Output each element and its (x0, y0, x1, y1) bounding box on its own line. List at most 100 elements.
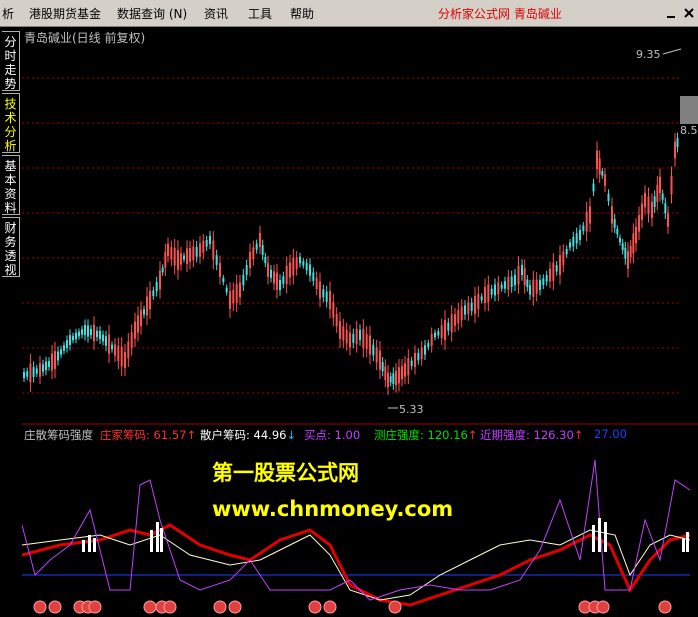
menu-item-tools[interactable]: 工具 (248, 5, 272, 22)
candle-body (647, 196, 650, 214)
candle-body (454, 314, 456, 326)
chip-bar (160, 528, 163, 552)
candle-body (656, 184, 659, 202)
candle-body (32, 367, 35, 377)
candle-body (379, 350, 381, 370)
candle-body (404, 363, 406, 377)
candle-body (114, 344, 116, 356)
candle-body (75, 332, 77, 340)
candle-body (613, 218, 616, 228)
chip-bar (93, 538, 96, 552)
menu-item-analysis[interactable]: 析 (2, 5, 14, 22)
candle-body (349, 332, 351, 348)
right-axis-label: 8.5 (680, 124, 698, 137)
candle-body (644, 192, 646, 208)
candle-body (389, 376, 392, 383)
menu-item-hk-futures-funds[interactable]: 港股期货基金 (29, 5, 101, 22)
kline-chart[interactable]: 9.35 5.33 (22, 27, 698, 617)
chip-bar (156, 522, 159, 552)
candle-body (474, 296, 476, 314)
candlestick-series (23, 132, 679, 395)
candle-body (180, 253, 182, 265)
candle-body (601, 171, 604, 176)
tab-financial[interactable]: 财务透视 (2, 217, 20, 277)
candle-body (517, 265, 520, 285)
chip-bar (604, 522, 607, 552)
candle-body (674, 141, 676, 159)
candle-body (641, 203, 643, 220)
candle-body (149, 290, 151, 310)
candle-body (232, 289, 235, 304)
up-arrow-icon: ↑ (573, 428, 584, 442)
candle-body (242, 274, 245, 286)
high-price-label: 9.35 (636, 48, 661, 61)
candle-body (523, 268, 526, 286)
candle-body (167, 243, 169, 257)
candle-body (215, 255, 218, 265)
candle-body (619, 237, 621, 243)
candle-body (120, 346, 123, 367)
candle-body (54, 351, 56, 369)
candle-body (467, 302, 470, 315)
close-icon[interactable] (682, 6, 696, 20)
menu-item-news[interactable]: 资讯 (204, 5, 228, 22)
candle-body (219, 262, 221, 278)
candle-body (420, 347, 423, 360)
candle-body (532, 279, 535, 297)
candle-body (497, 282, 500, 295)
indicator-value: 测庄强度: 120.16 (374, 428, 468, 442)
tab-technical-analysis[interactable]: 技术分析 (2, 93, 20, 153)
candle-body (659, 176, 661, 194)
candle-body (177, 250, 179, 270)
candle-body (161, 267, 164, 273)
indicator-name: 庄散筹码强度 (24, 428, 93, 442)
candle-body (427, 342, 430, 348)
candle-body (667, 213, 669, 227)
candle-body (72, 335, 74, 341)
indicator-item-buy-point: 买点: 1.00 (304, 427, 360, 443)
candle-body (312, 272, 315, 281)
candle-body (292, 257, 295, 276)
chip-bar (598, 518, 601, 552)
candle-body (134, 321, 136, 339)
menu-item-data-query[interactable]: 数据查询 (N) (117, 5, 187, 22)
candle-body (598, 158, 601, 175)
candle-body (309, 264, 311, 276)
candle-body (164, 252, 167, 268)
minimize-icon[interactable] (664, 6, 678, 20)
candle-body (395, 370, 397, 386)
candle-body (299, 256, 301, 264)
buy-point-marker (143, 600, 157, 614)
candle-body (398, 367, 400, 384)
candle-body (444, 320, 446, 340)
chip-bar (686, 532, 689, 552)
candle-body (60, 349, 62, 355)
candle-body (48, 361, 50, 367)
up-arrow-icon: ↑ (467, 428, 478, 442)
candle-body (676, 137, 679, 148)
tab-intraday[interactable]: 分时走势 (2, 31, 20, 91)
candle-body (392, 373, 395, 385)
candle-body (295, 257, 298, 270)
candle-body (450, 314, 453, 333)
candle-body (616, 228, 619, 235)
candle-body (607, 193, 610, 202)
chip-bar (150, 530, 153, 552)
candle-body (355, 328, 358, 345)
candle-body (96, 330, 98, 338)
candle-body (460, 306, 463, 321)
candle-body (500, 284, 503, 289)
candle-body (621, 243, 624, 251)
candle-body (152, 290, 155, 297)
candle-body (424, 345, 426, 355)
tab-basic-info[interactable]: 基本资料 (2, 155, 20, 215)
candle-body (239, 282, 241, 298)
candle-body (202, 240, 205, 253)
candle-body (229, 291, 231, 309)
window-caption: 分析家公式网 青岛碱业 (438, 7, 562, 21)
candle-body (99, 330, 101, 340)
menu-item-help[interactable]: 帮助 (290, 5, 314, 22)
watermark-title: 第一股票公式网 (212, 461, 359, 485)
candle-body (375, 347, 378, 363)
candle-body (186, 248, 188, 265)
